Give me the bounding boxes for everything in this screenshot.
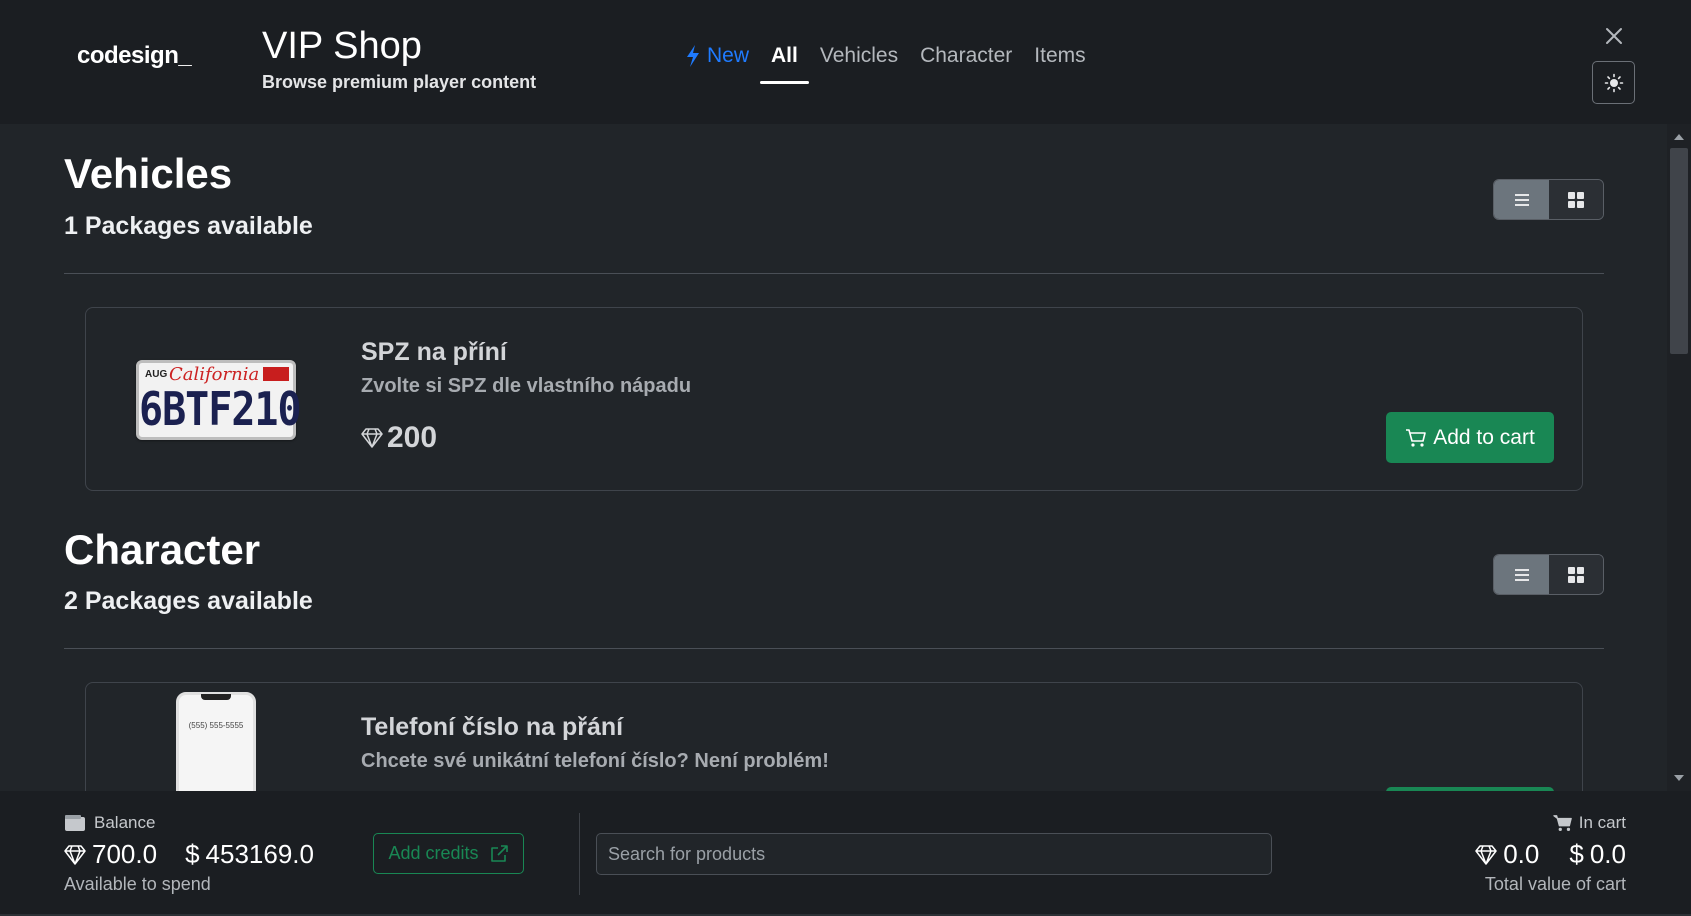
product-description: Zvolte si SPZ dle vlastního nápadu (361, 375, 692, 397)
close-button[interactable] (1602, 24, 1626, 48)
list-view-button[interactable] (1494, 180, 1549, 219)
balance-label-text: Balance (94, 813, 156, 832)
view-toggle-character (1493, 554, 1604, 595)
cart-label-text: In cart (1578, 813, 1626, 832)
product-name: Telefoní číslo na přání (361, 713, 624, 741)
phone-number: (555) 555-5555 (188, 721, 244, 730)
view-toggle-vehicles (1493, 179, 1604, 220)
section-divider (64, 648, 1604, 649)
dollar-icon: $ (185, 839, 200, 869)
plate-number: 6BTF210 (139, 383, 302, 437)
add-credits-label: Add credits (388, 843, 479, 863)
title-block: VIP Shop Browse premium player content (262, 24, 536, 93)
add-to-cart-button[interactable]: Add to cart (1386, 412, 1554, 463)
close-icon (1606, 28, 1622, 44)
diamond-icon (64, 844, 86, 865)
search-input[interactable] (596, 833, 1272, 875)
product-description: Chcete své unikátní telefoní číslo? Není… (361, 750, 829, 772)
external-link-icon (490, 844, 508, 862)
diamond-icon (1475, 844, 1497, 865)
product-name: SPZ na příní (361, 338, 507, 366)
section-divider (64, 273, 1604, 274)
balance-credits: 700.0 (92, 839, 158, 869)
list-icon (1514, 568, 1529, 581)
cart-dollars: 0.0 (1589, 839, 1626, 869)
grid-view-button[interactable] (1549, 180, 1603, 219)
tab-items[interactable]: Items (1023, 40, 1096, 76)
footer-divider (579, 813, 580, 895)
scroll-down-arrow[interactable] (1674, 775, 1684, 781)
product-list: Vehicles 1 Packages available AUG Califo… (0, 124, 1667, 791)
section-count-vehicles: 1 Packages available (64, 212, 313, 240)
balance-caption: Available to spend (64, 874, 211, 894)
balance-label: Balance (64, 813, 155, 833)
product-image-license-plate: AUG California 6BTF210 (136, 360, 302, 440)
tab-new-label: New (707, 44, 750, 67)
wallet-icon (65, 815, 85, 831)
cart-values: 0.0 $ 0.0 (1475, 839, 1626, 870)
section-title-character: Character (64, 526, 261, 573)
scrollbar[interactable] (1667, 124, 1691, 791)
lightning-icon (687, 45, 699, 67)
grid-view-button[interactable] (1549, 555, 1603, 594)
product-price-value: 200 (387, 421, 438, 454)
add-credits-button[interactable]: Add credits (373, 833, 524, 874)
balance-dollars: 453169.0 (205, 839, 314, 869)
dollar-icon: $ (1569, 839, 1584, 869)
balance-values: 700.0 $ 453169.0 (64, 839, 314, 870)
cart-icon (1553, 815, 1572, 831)
cart-icon (1406, 428, 1427, 447)
section-count-character: 2 Packages available (64, 587, 313, 615)
phone-image: (555) 555-5555 (176, 692, 256, 791)
tab-new[interactable]: New (674, 40, 760, 76)
list-view-button[interactable] (1494, 555, 1549, 594)
cart-caption: Total value of cart (1484, 874, 1626, 894)
page-title: VIP Shop (262, 25, 422, 67)
license-plate-image: AUG California 6BTF210 (136, 360, 302, 440)
grid-icon (1568, 191, 1584, 208)
theme-toggle-button[interactable] (1592, 61, 1635, 104)
cart-label: In cart (1553, 813, 1626, 833)
add-to-cart-label: Add to cart (1433, 425, 1535, 449)
plate-state: California (169, 364, 260, 385)
scroll-thumb[interactable] (1670, 148, 1688, 354)
plate-sticker (263, 367, 289, 381)
grid-icon (1568, 566, 1584, 583)
tab-all[interactable]: All (760, 40, 809, 84)
diamond-icon (361, 428, 383, 448)
phone-notch (201, 694, 231, 700)
product-image-phone: (555) 555-5555 (176, 692, 256, 791)
cart-credits: 0.0 (1503, 839, 1540, 869)
footer: Balance 700.0 $ 453169.0 Available to sp… (0, 791, 1691, 916)
page-subtitle: Browse premium player content (262, 72, 537, 92)
list-icon (1514, 193, 1529, 206)
product-card: AUG California 6BTF210 SPZ na příní Zvol… (85, 307, 1583, 491)
plate-month: AUG (145, 369, 168, 380)
tab-vehicles[interactable]: Vehicles (809, 40, 909, 76)
section-title-vehicles: Vehicles (64, 150, 233, 197)
category-nav: New All Vehicles Character Items (674, 40, 1097, 84)
logo: codesign_ (77, 42, 192, 69)
tab-character[interactable]: Character (909, 40, 1023, 76)
product-card: (555) 555-5555 Telefoní číslo na přání C… (85, 682, 1583, 791)
scroll-up-arrow[interactable] (1674, 134, 1684, 140)
header: codesign_ VIP Shop Browse premium player… (0, 0, 1691, 124)
sun-icon (1604, 73, 1623, 92)
product-price: 200 (361, 421, 437, 455)
